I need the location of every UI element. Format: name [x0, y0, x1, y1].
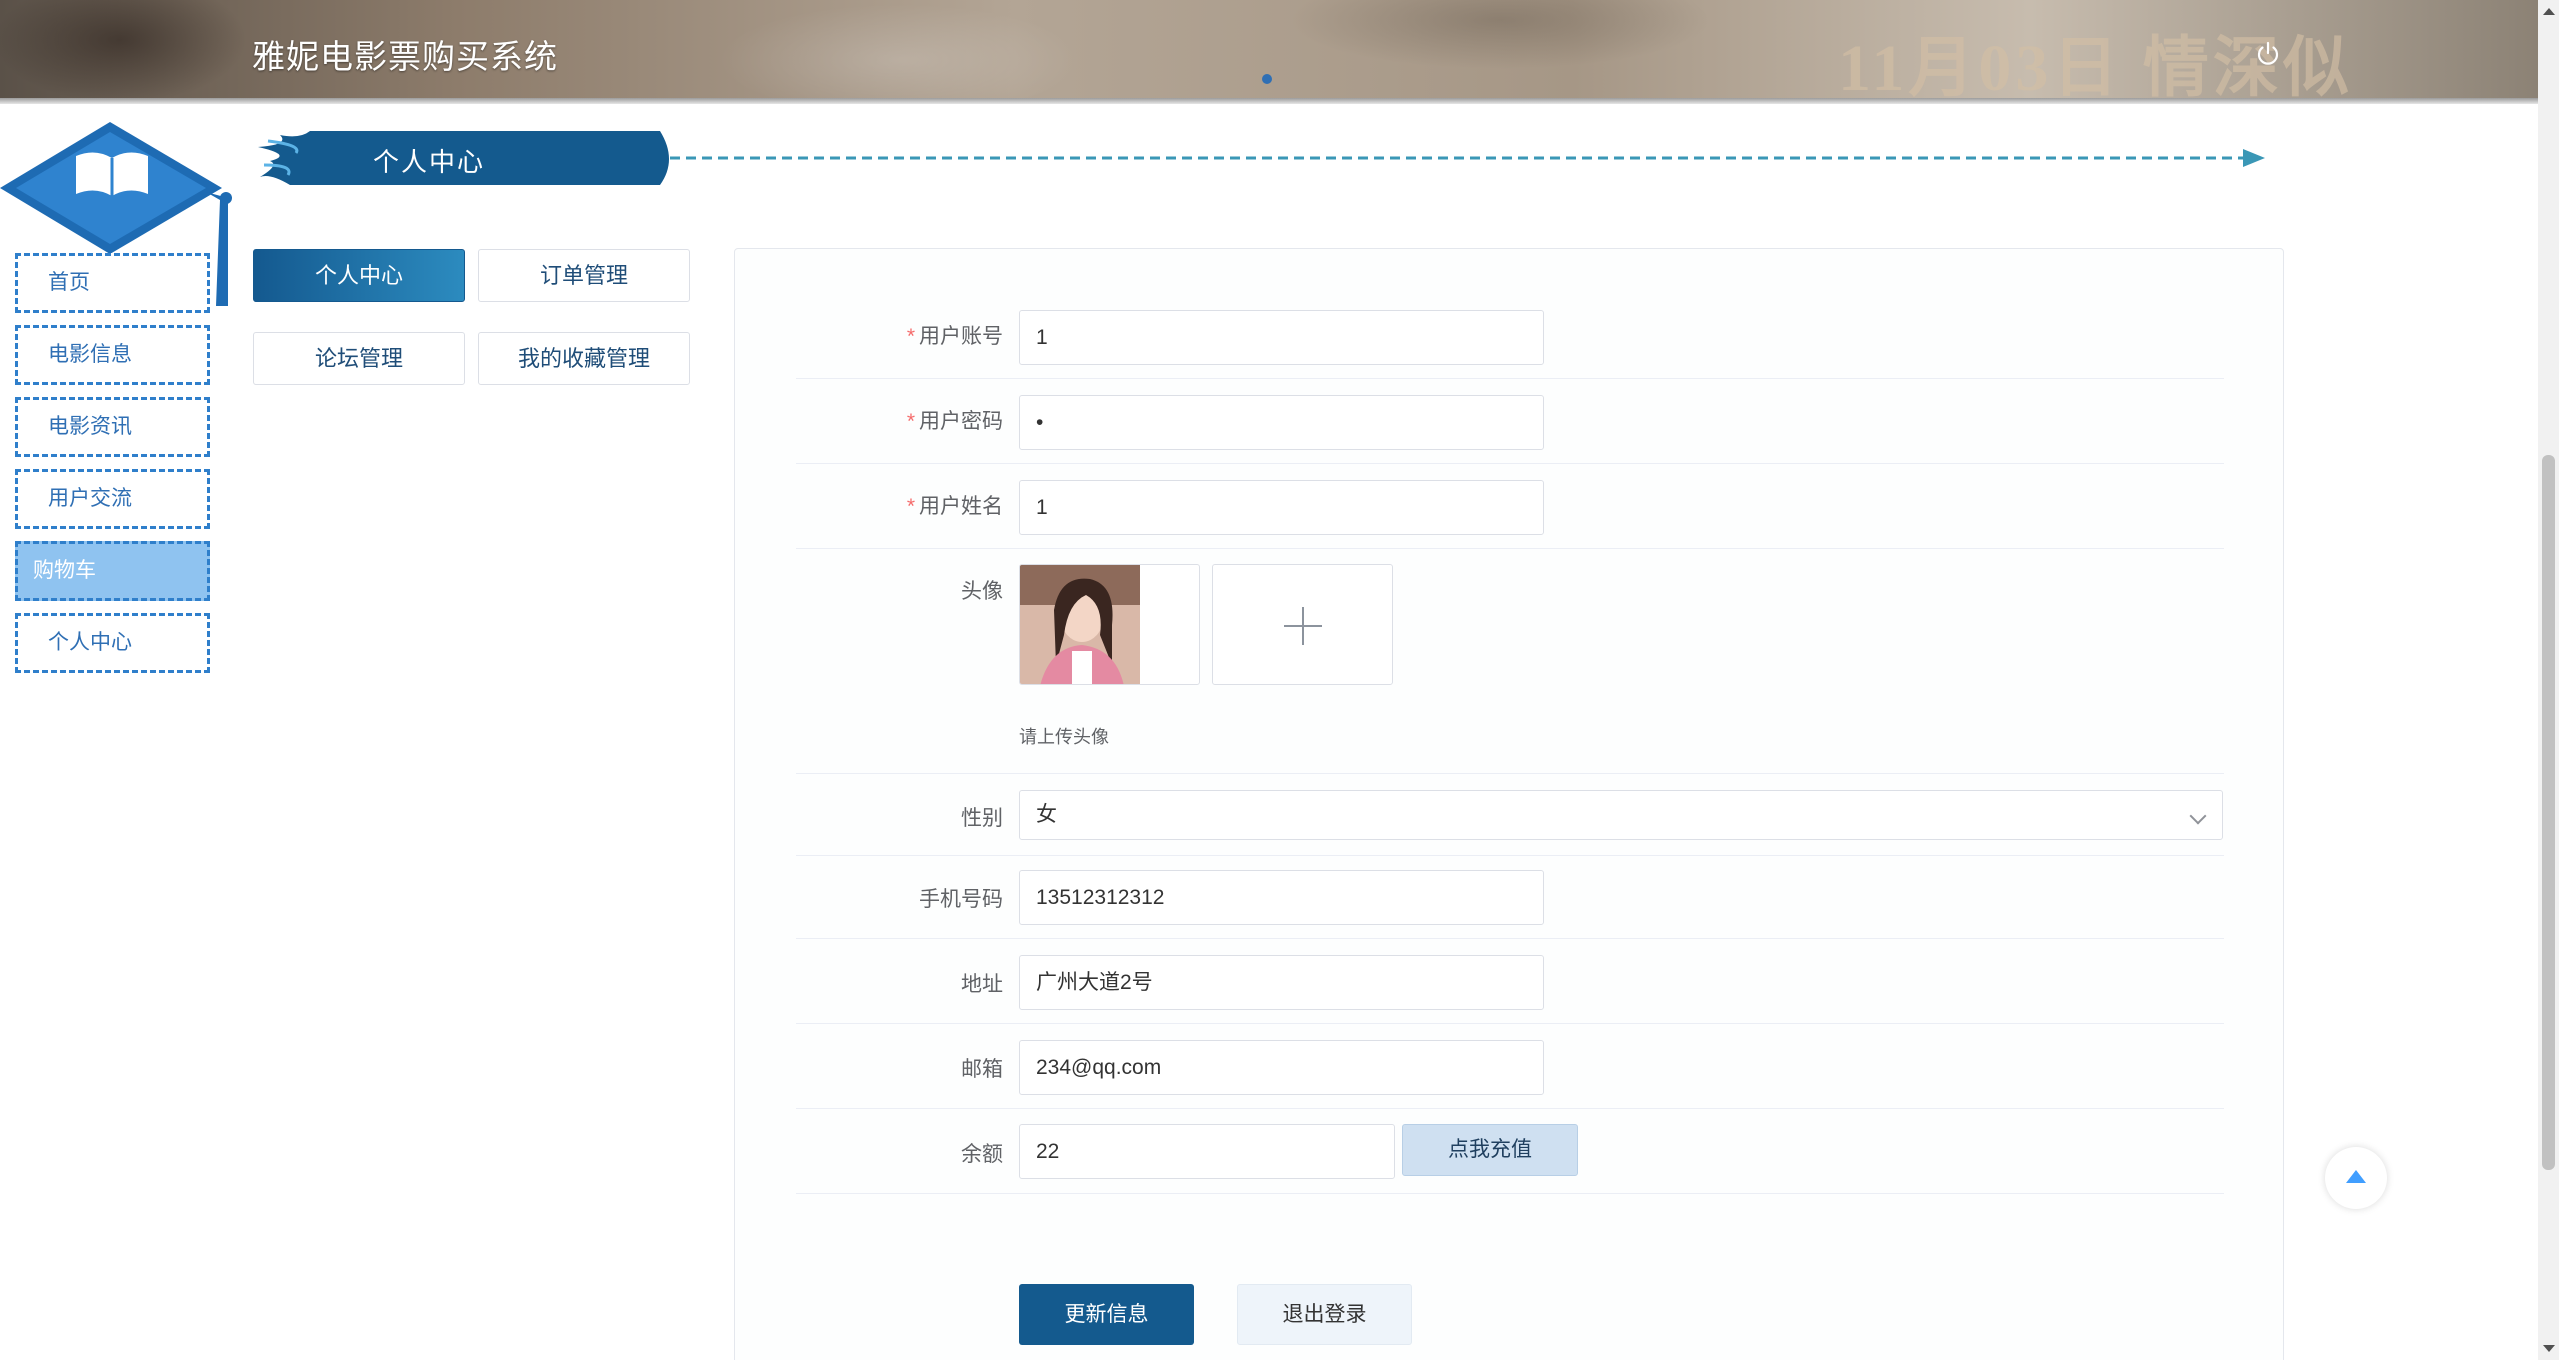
top-banner: 11月03日 情深似 雅妮电影票购买系统: [0, 0, 2538, 100]
row-divider: [796, 773, 2224, 774]
scroll-down-icon[interactable]: [2543, 1345, 2555, 1352]
nav-item-movie-news[interactable]: 电影资讯: [15, 397, 210, 457]
gender-value: 女: [1036, 803, 1057, 826]
row-divider: [796, 548, 2224, 549]
nav-item-cart[interactable]: 购物车: [15, 541, 210, 601]
nav-item-movie-info[interactable]: 电影信息: [15, 325, 210, 385]
logout-button[interactable]: 退出登录: [1237, 1284, 1412, 1345]
scrollbar-thumb[interactable]: [2542, 455, 2555, 1170]
name-input[interactable]: 1: [1019, 480, 1544, 535]
tab-order-management[interactable]: 订单管理: [478, 249, 690, 302]
row-divider: [796, 1023, 2224, 1024]
row-divider: [796, 1193, 2224, 1194]
row-divider: [796, 378, 2224, 379]
gender-label: 性别: [961, 807, 1003, 830]
avatar-label: 头像: [961, 580, 1003, 603]
gender-select[interactable]: 女: [1019, 790, 2223, 840]
section-header-ribbon: [258, 131, 2265, 185]
avatar-upload-button[interactable]: [1212, 564, 1393, 685]
back-to-top-icon[interactable]: [2325, 1147, 2387, 1209]
phone-input[interactable]: 13512312312: [1019, 870, 1544, 925]
row-divider: [796, 855, 2224, 856]
row-divider: [796, 1108, 2224, 1109]
page-scrollbar[interactable]: [2538, 0, 2559, 1360]
recharge-button[interactable]: 点我充值: [1402, 1124, 1578, 1176]
scroll-up-icon[interactable]: [2543, 8, 2555, 15]
avatar-preview[interactable]: [1019, 564, 1200, 685]
tab-profile[interactable]: 个人中心: [253, 249, 465, 302]
power-icon[interactable]: [2254, 40, 2282, 68]
name-label: * 用户姓名: [906, 495, 1003, 518]
avatar-hint: 请上传头像: [1019, 727, 1109, 747]
password-label: * 用户密码: [906, 410, 1003, 433]
row-divider: [796, 463, 2224, 464]
plus-icon: [1284, 607, 1322, 645]
nav-item-home[interactable]: 首页: [15, 253, 210, 313]
nav-item-profile[interactable]: 个人中心: [15, 613, 210, 673]
account-input[interactable]: 1: [1019, 310, 1544, 365]
chevron-down-icon: [2189, 807, 2207, 825]
nav-item-user-forum[interactable]: 用户交流: [15, 469, 210, 529]
carousel-indicator[interactable]: [1262, 74, 1272, 84]
banner-divider: [0, 98, 2538, 104]
section-title: 个人中心: [373, 147, 486, 177]
email-label: 邮箱: [961, 1058, 1003, 1081]
update-info-button[interactable]: 更新信息: [1019, 1284, 1194, 1345]
account-label: * 用户账号: [906, 325, 1003, 348]
tab-favorites-management[interactable]: 我的收藏管理: [478, 332, 690, 385]
password-input[interactable]: •: [1019, 395, 1544, 450]
site-title: 雅妮电影票购买系统: [252, 38, 558, 75]
email-input[interactable]: 234@qq.com: [1019, 1040, 1544, 1095]
tab-forum-management[interactable]: 论坛管理: [253, 332, 465, 385]
row-divider: [796, 938, 2224, 939]
balance-field: 22: [1019, 1124, 1395, 1179]
address-label: 地址: [961, 973, 1003, 996]
avatar: [1020, 565, 1140, 684]
address-input[interactable]: 广州大道2号: [1019, 955, 1544, 1010]
balance-label: 余额: [961, 1143, 1003, 1166]
phone-label: 手机号码: [919, 888, 1003, 911]
